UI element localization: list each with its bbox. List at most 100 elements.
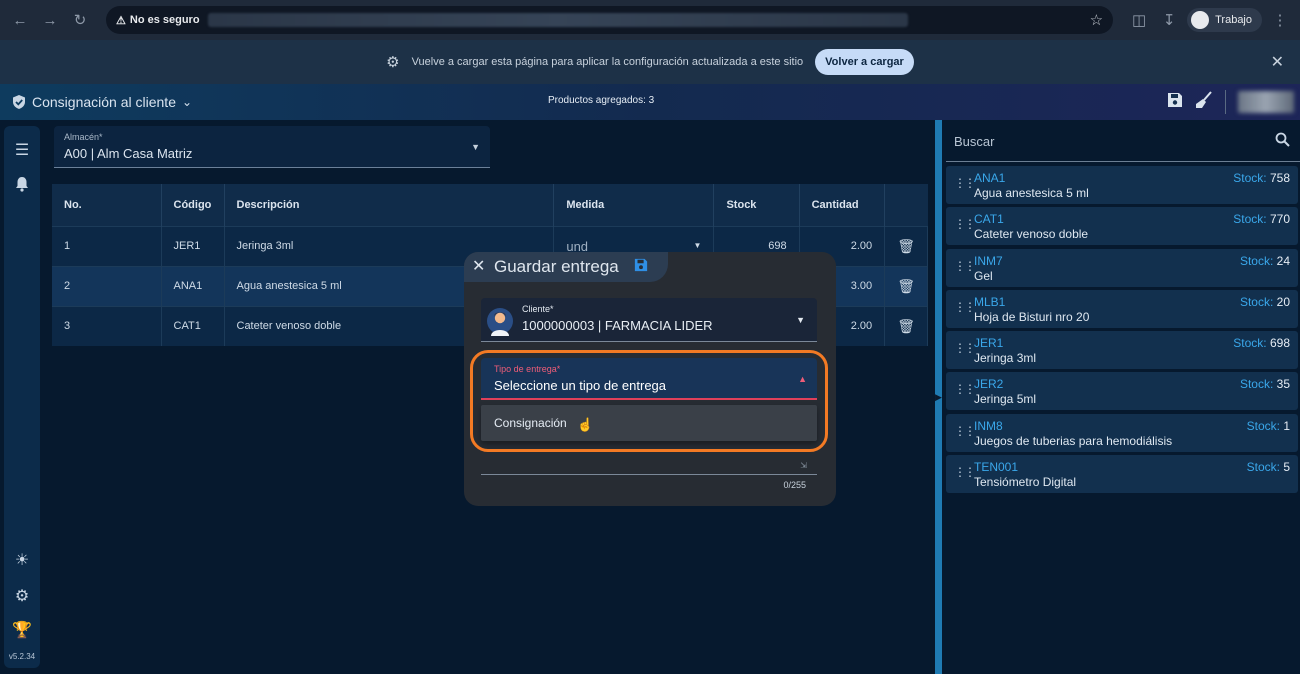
reload-infobar: ⚙ Vuelve a cargar esta página para aplic… <box>0 40 1300 84</box>
security-chip[interactable]: ⚠ No es seguro <box>116 14 200 27</box>
dropdown-arrow-icon: ▼ <box>471 142 480 152</box>
warehouse-select[interactable]: Almacén* A00 | Alm Casa Matriz ▼ <box>54 126 490 168</box>
column-header: Descripción <box>224 184 555 226</box>
product-description: Juegos de tuberias para hemodiálisis <box>974 433 1173 448</box>
bookmark-star-icon[interactable]: ☆ <box>1090 11 1103 29</box>
column-header: Cantidad <box>799 184 886 226</box>
product-stock: Stock: 1 <box>1247 419 1290 433</box>
app-header: Consignación al cliente ⌄ Productos agre… <box>0 84 1300 120</box>
product-description: Agua anestesica 5 ml <box>974 186 1089 200</box>
stock-value: 758 <box>1269 171 1290 185</box>
drag-handle-icon[interactable]: ⋮⋮ <box>954 259 976 273</box>
client-label: Cliente* <box>522 304 554 314</box>
trash-icon[interactable]: 🗑 <box>884 265 928 306</box>
product-description: Gel <box>974 268 993 283</box>
product-stock: Stock: 770 <box>1233 212 1290 226</box>
menu-icon[interactable]: ☰ <box>12 140 32 160</box>
client-avatar-icon <box>487 306 513 336</box>
search-input[interactable]: Buscar <box>954 134 994 149</box>
drag-handle-icon[interactable]: ⋮⋮ <box>954 217 976 231</box>
trash-icon[interactable]: 🗑 <box>884 225 928 266</box>
search-icon[interactable] <box>1275 132 1290 151</box>
stock-label: Stock: <box>1239 294 1274 309</box>
extensions-icon[interactable]: ◫ <box>1127 8 1151 32</box>
product-code: ANA1 <box>974 171 1006 185</box>
list-item[interactable]: ⋮⋮ TEN001 Tensiómetro Digital Stock: 5 <box>946 455 1298 494</box>
drag-handle-icon[interactable]: ⋮⋮ <box>954 300 976 314</box>
stock-value: 5 <box>1283 460 1290 475</box>
stock-value: 24 <box>1276 253 1290 268</box>
download-icon[interactable]: ↧ <box>1157 8 1181 32</box>
product-description: Jeringa 3ml <box>974 351 1037 366</box>
resize-handle-icon[interactable]: ⇲ <box>800 461 807 470</box>
stock-value: 698 <box>1269 336 1290 351</box>
products-added-count: Productos agregados: 3 <box>548 95 655 106</box>
product-stock: Stock: 35 <box>1240 377 1290 391</box>
forward-icon[interactable]: → <box>38 8 62 32</box>
product-stock: Stock: 5 <box>1247 460 1290 474</box>
product-list: ⋮⋮ ANA1 Agua anestesica 5 ml Stock: 758 … <box>946 166 1298 496</box>
char-counter: 0/255 <box>783 480 806 490</box>
list-item[interactable]: ⋮⋮ INM7 Gel Stock: 24 <box>946 248 1298 287</box>
product-description: Hoja de Bisturi nro 20 <box>974 309 1090 324</box>
stock-value: 770 <box>1269 212 1290 227</box>
chevron-down-icon: ⌄ <box>181 95 193 109</box>
trash-icon[interactable]: 🗑 <box>884 305 928 346</box>
page-title-dropdown[interactable]: Consignación al cliente ⌄ <box>12 94 192 110</box>
close-icon[interactable]: ✕ <box>472 256 485 276</box>
product-description: Jeringa 5ml <box>974 392 1037 407</box>
product-stock: Stock: 698 <box>1233 336 1290 350</box>
bell-icon[interactable] <box>12 176 32 197</box>
row-code: ANA1 <box>161 265 225 306</box>
save-icon[interactable] <box>634 258 648 275</box>
warehouse-value: A00 | Alm Casa Matriz <box>64 146 193 161</box>
browser-menu-icon[interactable]: ⋮ <box>1268 8 1292 32</box>
client-value: 1000000003 | FARMACIA LIDER <box>522 318 713 333</box>
profile-chip[interactable]: Trabajo <box>1187 8 1262 32</box>
drag-handle-icon[interactable]: ⋮⋮ <box>954 382 976 396</box>
address-bar[interactable]: ⚠ No es seguro ☆ <box>106 6 1114 34</box>
collapse-arrow-icon[interactable]: ▶ <box>935 392 942 403</box>
list-item[interactable]: ⋮⋮ CAT1 Cateter venoso doble Stock: 770 <box>946 207 1298 246</box>
dialog-title: Guardar entrega <box>494 257 619 276</box>
product-code: MLB1 <box>974 294 1006 309</box>
close-icon[interactable]: ✕ <box>1271 52 1284 72</box>
column-header: Stock <box>713 184 800 226</box>
dropdown-arrow-icon: ▼ <box>796 315 805 325</box>
drag-handle-icon[interactable]: ⋮⋮ <box>954 176 976 190</box>
user-avatar-blurred[interactable] <box>1238 91 1294 113</box>
broom-icon[interactable] <box>1195 90 1213 114</box>
reload-button[interactable]: Volver a cargar <box>815 49 914 75</box>
reload-icon[interactable]: ↻ <box>68 8 92 32</box>
list-item[interactable]: ⋮⋮ ANA1 Agua anestesica 5 ml Stock: 758 <box>946 166 1298 204</box>
app-version: v5.2.34 <box>8 652 36 661</box>
product-code: INM7 <box>974 253 1003 268</box>
list-item[interactable]: ⋮⋮ MLB1 Hoja de Bisturi nro 20 Stock: 20 <box>946 289 1298 328</box>
list-item[interactable]: ⋮⋮ JER2 Jeringa 5ml Stock: 35 <box>946 372 1298 411</box>
drag-handle-icon[interactable]: ⋮⋮ <box>954 424 976 438</box>
page-title: Consignación al cliente <box>32 94 176 110</box>
settings-gear-icon[interactable]: ⚙ <box>12 586 32 606</box>
dropdown-arrow-icon: ▼ <box>693 240 702 250</box>
stock-value: 35 <box>1276 377 1290 392</box>
sun-icon[interactable]: ☀ <box>12 550 32 570</box>
row-code: CAT1 <box>161 305 225 346</box>
trophy-logo-icon: 🏆 <box>12 622 32 639</box>
client-select[interactable]: Cliente* 1000000003 | FARMACIA LIDER ▼ <box>481 298 817 342</box>
list-item[interactable]: ⋮⋮ JER1 Jeringa 3ml Stock: 698 <box>946 331 1298 370</box>
drag-handle-icon[interactable]: ⋮⋮ <box>954 341 976 355</box>
product-code: JER2 <box>974 377 1004 392</box>
drag-handle-icon[interactable]: ⋮⋮ <box>954 465 976 479</box>
column-header: Medida <box>553 184 715 226</box>
profile-avatar <box>1191 11 1210 29</box>
sidebar: ☰ ☀ ⚙ 🏆 v5.2.34 <box>4 126 40 668</box>
blurred-url <box>207 13 908 27</box>
back-icon[interactable]: ← <box>8 8 32 32</box>
save-icon[interactable] <box>1167 92 1183 113</box>
search-field[interactable]: Buscar <box>946 124 1300 162</box>
column-header: Código <box>161 184 225 226</box>
row-number: 2 <box>52 265 162 306</box>
stock-value: 1 <box>1283 418 1290 433</box>
list-item[interactable]: ⋮⋮ INM8 Juegos de tuberias para hemodiál… <box>946 413 1298 452</box>
row-number: 3 <box>52 305 162 346</box>
